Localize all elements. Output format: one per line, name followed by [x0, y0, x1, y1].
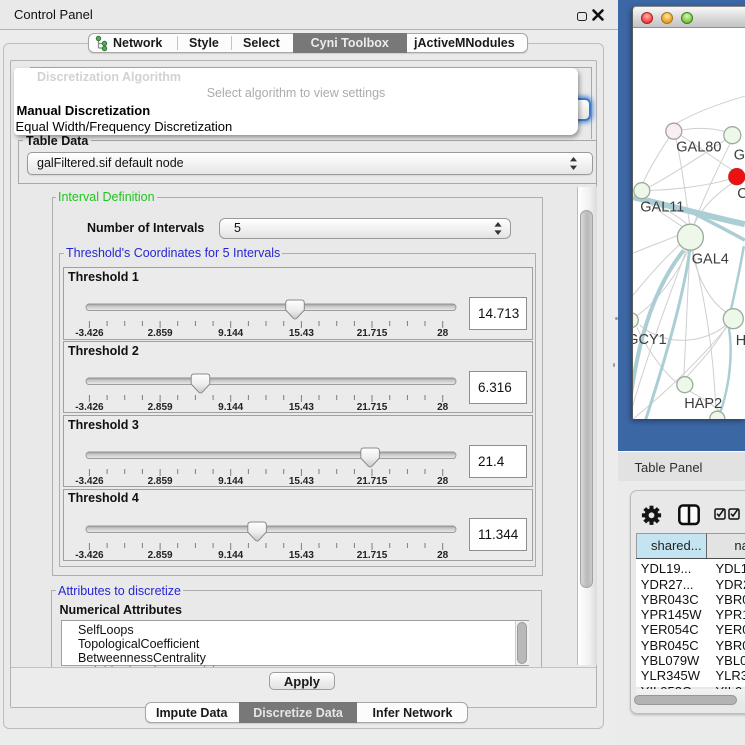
svg-text:GAL80: GAL80: [676, 139, 721, 155]
svg-text:21.715: 21.715: [357, 328, 388, 339]
svg-text:2.859: 2.859: [148, 328, 173, 339]
svg-text:2.859: 2.859: [148, 476, 173, 487]
svg-text:28: 28: [437, 476, 449, 487]
svg-text:28: 28: [437, 402, 449, 413]
svg-text:15.43: 15.43: [289, 328, 314, 339]
svg-text:28: 28: [437, 550, 449, 561]
svg-text:GAL11: GAL11: [640, 199, 684, 215]
svg-text:21.715: 21.715: [357, 476, 388, 487]
svg-text:GCY1: GCY1: [633, 332, 667, 348]
svg-text:9.144: 9.144: [218, 402, 243, 413]
svg-text:15.43: 15.43: [289, 476, 314, 487]
svg-text:2.859: 2.859: [148, 550, 173, 561]
svg-text:21.715: 21.715: [357, 402, 388, 413]
svg-text:9.144: 9.144: [218, 550, 243, 561]
svg-text:-3.426: -3.426: [75, 476, 104, 487]
svg-text:H: H: [736, 333, 745, 349]
svg-text:21.715: 21.715: [357, 550, 388, 561]
svg-text:C: C: [737, 186, 745, 202]
svg-text:9.144: 9.144: [218, 476, 243, 487]
svg-text:HAP2: HAP2: [684, 396, 722, 412]
svg-text:15.43: 15.43: [289, 402, 314, 413]
svg-text:28: 28: [437, 328, 449, 339]
svg-text:G...: G...: [734, 147, 745, 163]
svg-text:-3.426: -3.426: [75, 328, 104, 339]
svg-text:GAL4: GAL4: [692, 251, 729, 267]
svg-text:15.43: 15.43: [289, 550, 314, 561]
svg-text:-3.426: -3.426: [75, 402, 104, 413]
svg-text:2.859: 2.859: [148, 402, 173, 413]
svg-text:-3.426: -3.426: [75, 550, 104, 561]
svg-text:9.144: 9.144: [218, 328, 243, 339]
